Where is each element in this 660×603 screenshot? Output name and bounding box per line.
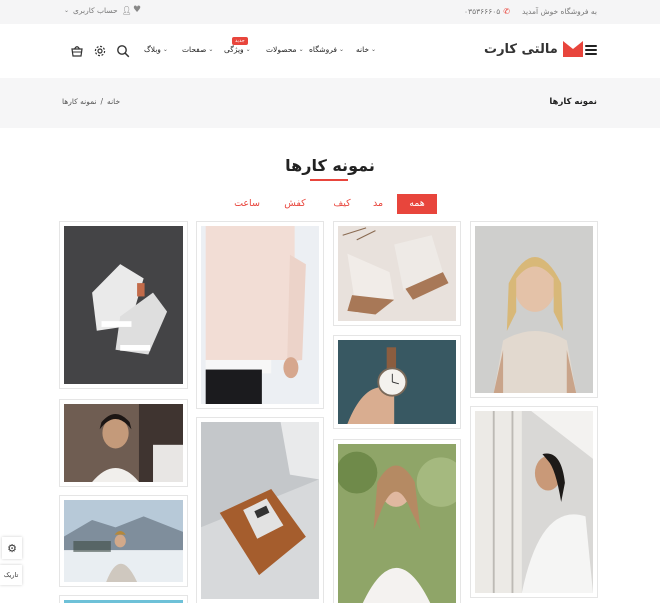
- logo-text: مالتی کارت: [484, 41, 558, 57]
- account-menu[interactable]: ⌄ حساب کاربری 👤︎: [64, 6, 132, 15]
- search-icon[interactable]: [116, 44, 130, 58]
- settings-gear-icon[interactable]: ⚙: [2, 537, 22, 559]
- portfolio-image-watch[interactable]: [334, 336, 460, 428]
- filter-bag[interactable]: کیف: [327, 194, 357, 214]
- portfolio-filters: همه مد کیف کفش ساعت: [225, 194, 440, 214]
- filter-watch[interactable]: ساعت: [227, 194, 267, 214]
- blonde-photo: [475, 226, 593, 393]
- sweater-photo: [201, 226, 319, 404]
- filter-all[interactable]: همه: [397, 194, 437, 214]
- nav-label: خانه: [356, 45, 370, 54]
- site-logo[interactable]: مالتی کارت: [484, 41, 583, 57]
- phone-icon: ✆: [503, 7, 510, 16]
- watch-photo: [338, 340, 456, 424]
- page-header-band: نمونه کارها خانه / نمونه کارها: [0, 78, 660, 128]
- sneaker-photo: [64, 226, 183, 384]
- breadcrumb-current: نمونه کارها: [62, 97, 97, 106]
- portfolio-image-blonde[interactable]: [471, 222, 597, 397]
- chevron-down-icon: ⌄: [339, 46, 345, 53]
- wishlist-heart-icon[interactable]: ♥: [133, 5, 141, 15]
- side-panel: ⚙ تاریک: [0, 537, 22, 585]
- portfolio-image-woman-outdoor[interactable]: [334, 440, 460, 603]
- portfolio-image-partial[interactable]: [60, 596, 187, 603]
- breadcrumb-separator: /: [100, 97, 104, 106]
- portfolio-title: نمونه کارها: [285, 156, 375, 175]
- nav-item-home[interactable]: ⌄ خانه: [356, 45, 376, 54]
- portfolio-image-window[interactable]: [471, 407, 597, 597]
- user-icon: 👤︎: [121, 6, 132, 15]
- nav-label: وبلاگ: [144, 45, 161, 54]
- portfolio-image-bag[interactable]: [197, 418, 323, 603]
- new-badge: جدید: [232, 37, 248, 45]
- portfolio-image-sneakers-dark[interactable]: [60, 222, 187, 388]
- bag-photo: [201, 422, 319, 599]
- nav-item-blog[interactable]: ⌄ وبلاگ: [144, 45, 168, 54]
- phone-contact[interactable]: ۰۳۵۳۶۶۶۰۵ ✆: [464, 7, 510, 16]
- gear-icon[interactable]: [93, 44, 107, 58]
- window-photo: [475, 411, 593, 593]
- cart-icon[interactable]: [70, 44, 84, 58]
- account-label: حساب کاربری: [73, 6, 118, 15]
- nav-item-features[interactable]: جدید ⌄ ویژگی: [224, 37, 251, 54]
- breadcrumb: خانه / نمونه کارها: [62, 97, 120, 106]
- portfolio-image-snow[interactable]: [60, 496, 187, 586]
- dark-mode-toggle[interactable]: تاریک: [0, 565, 22, 585]
- nav-label: فروشگاه: [309, 45, 337, 54]
- snow-photo: [64, 500, 183, 582]
- top-bar: به فروشگاه خوش آمدید ۰۳۵۳۶۶۶۰۵ ✆ ⌄ حساب …: [0, 0, 660, 24]
- chevron-down-icon: ⌄: [162, 46, 168, 53]
- portfolio-image-sneakers-light[interactable]: [334, 222, 460, 325]
- main-header: مالتی کارت ⌄ خانه ⌄ فروشگاه ⌄ محصولات جد…: [0, 24, 660, 78]
- welcome-text: به فروشگاه خوش آمدید: [522, 7, 597, 16]
- nav-label: محصولات: [266, 45, 297, 54]
- chevron-down-icon: ⌄: [208, 46, 214, 53]
- nav-item-shop[interactable]: ⌄ فروشگاه: [309, 45, 344, 54]
- woman-outdoor-photo: [338, 444, 456, 603]
- breadcrumb-home[interactable]: خانه: [107, 97, 120, 106]
- portfolio-image-sweater[interactable]: [197, 222, 323, 408]
- chevron-down-icon: ⌄: [371, 46, 377, 53]
- filter-fashion[interactable]: مد: [367, 194, 389, 214]
- menu-icon[interactable]: [585, 45, 597, 55]
- nav-label: ویژگی: [224, 45, 244, 54]
- title-underline: [310, 179, 348, 181]
- page-title: نمونه کارها: [549, 97, 597, 107]
- sneakers-light-photo: [338, 226, 456, 321]
- nav-label: صفحات: [182, 45, 207, 54]
- phone-number: ۰۳۵۳۶۶۶۰۵: [464, 7, 501, 16]
- nav-item-products[interactable]: ⌄ محصولات: [266, 45, 304, 54]
- chevron-down-icon: ⌄: [245, 46, 251, 53]
- chevron-down-icon: ⌄: [298, 46, 304, 53]
- filter-shoes[interactable]: کفش: [277, 194, 313, 214]
- nav-item-pages[interactable]: ⌄ صفحات: [182, 45, 213, 54]
- woman-photo: [64, 404, 183, 482]
- chevron-down-icon: ⌄: [64, 7, 70, 14]
- portfolio-image-woman-smile[interactable]: [60, 400, 187, 486]
- logo-mark-icon: [562, 41, 583, 57]
